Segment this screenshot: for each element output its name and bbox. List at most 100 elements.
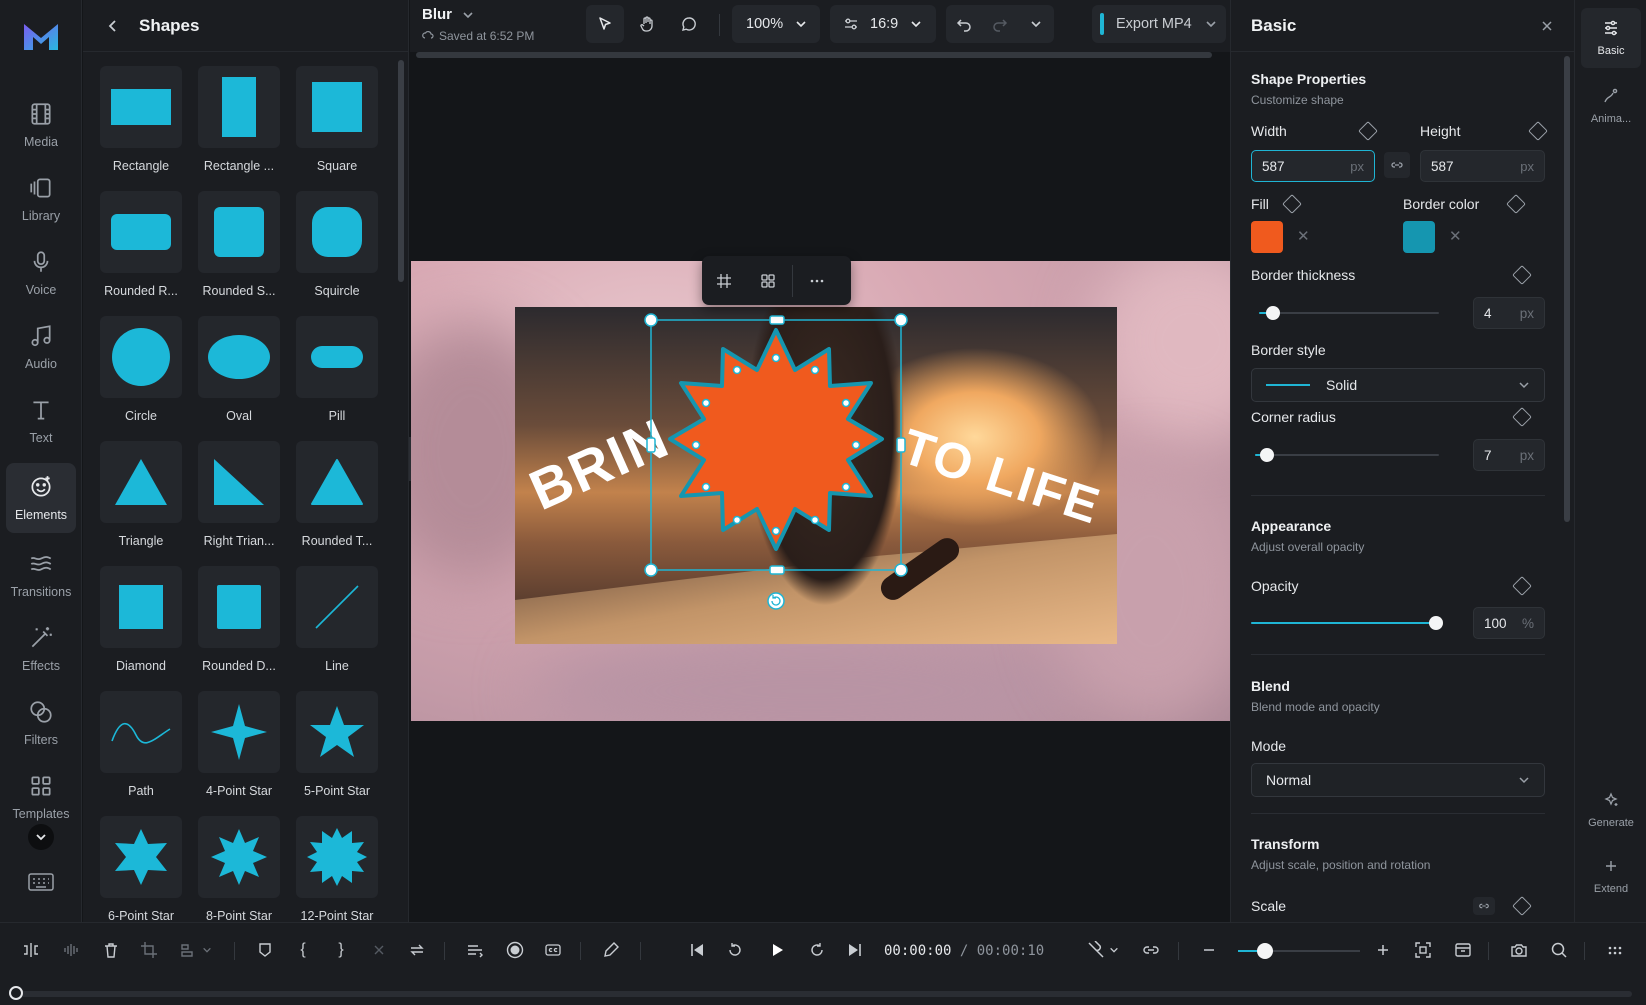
keyframe-diamond-icon[interactable] bbox=[1512, 407, 1532, 427]
shape-tile-12-point-star[interactable]: 12-Point Star bbox=[296, 816, 378, 922]
shape-tile-rounded-square[interactable]: Rounded S... bbox=[198, 191, 280, 316]
strip-item-animate[interactable]: Anima... bbox=[1581, 76, 1641, 136]
back-arrow-icon[interactable] bbox=[105, 18, 121, 34]
fill-color-swatch[interactable] bbox=[1251, 221, 1283, 253]
height-input[interactable]: 587 px bbox=[1420, 150, 1545, 182]
keyframe-diamond-icon[interactable] bbox=[1512, 265, 1532, 285]
comment-tool-button[interactable] bbox=[670, 5, 708, 43]
resize-handle-top-left[interactable] bbox=[644, 313, 658, 327]
opacity-slider[interactable] bbox=[1251, 615, 1443, 631]
headline-right-text[interactable]: TO LIFE bbox=[896, 418, 1108, 535]
undo-button[interactable] bbox=[946, 5, 982, 43]
slider-knob[interactable] bbox=[1429, 616, 1443, 630]
shape-tile-square[interactable]: Square bbox=[296, 66, 378, 191]
audio-wave-button[interactable] bbox=[56, 935, 86, 965]
shape-tile-squircle[interactable]: Squircle bbox=[296, 191, 378, 316]
skip-to-start-button[interactable] bbox=[682, 935, 712, 965]
chevron-down-icon[interactable] bbox=[1204, 17, 1218, 31]
project-name-button[interactable]: Blur bbox=[422, 6, 534, 23]
resize-handle-right[interactable] bbox=[896, 437, 906, 453]
rail-item-elements[interactable]: Elements bbox=[6, 463, 76, 533]
captions-list-button[interactable] bbox=[460, 935, 490, 965]
keyframe-diamond-icon[interactable] bbox=[1528, 121, 1548, 141]
aspect-lock-button[interactable] bbox=[1384, 152, 1410, 178]
export-button[interactable]: Export MP4 bbox=[1092, 5, 1226, 43]
keyframe-diamond-icon[interactable] bbox=[1358, 121, 1378, 141]
snap-dropdown-button[interactable] bbox=[1080, 935, 1126, 965]
shape-tile-rounded-triangle[interactable]: Rounded T... bbox=[296, 441, 378, 566]
align-dropdown-button[interactable] bbox=[172, 935, 220, 965]
aspect-ratio-dropdown[interactable]: 16:9 bbox=[830, 5, 936, 43]
keyframe-diamond-icon[interactable] bbox=[1282, 194, 1302, 214]
hand-tool-button[interactable] bbox=[628, 5, 666, 43]
shape-tile-diamond[interactable]: Diamond bbox=[100, 566, 182, 691]
strip-item-basic[interactable]: Basic bbox=[1581, 8, 1641, 68]
close-icon[interactable] bbox=[1540, 19, 1554, 33]
skip-to-end-button[interactable] bbox=[840, 935, 870, 965]
shape-tile-triangle[interactable]: Triangle bbox=[100, 441, 182, 566]
keyframe-diamond-icon[interactable] bbox=[1506, 194, 1526, 214]
link-clips-button[interactable] bbox=[1136, 935, 1166, 965]
search-button[interactable] bbox=[1544, 935, 1574, 965]
shape-tile-8-point-star[interactable]: 8-Point Star bbox=[198, 816, 280, 922]
clear-border-color-icon[interactable]: ✕ bbox=[1449, 227, 1462, 245]
shape-tile-pill[interactable]: Pill bbox=[296, 316, 378, 441]
crop-timeline-button[interactable] bbox=[134, 935, 164, 965]
shapes-scrollbar[interactable] bbox=[398, 60, 404, 282]
corner-radius-slider[interactable] bbox=[1255, 447, 1439, 463]
slider-knob[interactable] bbox=[1257, 943, 1273, 959]
replace-button[interactable] bbox=[402, 935, 432, 965]
star-burst-shape[interactable] bbox=[668, 328, 884, 551]
marker-button[interactable] bbox=[250, 935, 280, 965]
shape-tile-circle[interactable]: Circle bbox=[100, 316, 182, 441]
delete-button[interactable] bbox=[96, 935, 126, 965]
shape-tile-oval[interactable]: Oval bbox=[198, 316, 280, 441]
crop-button[interactable] bbox=[702, 256, 746, 305]
app-logo[interactable] bbox=[22, 20, 60, 52]
select-tool-button[interactable] bbox=[586, 5, 624, 43]
rail-more-button[interactable] bbox=[28, 824, 54, 850]
corner-radius-input[interactable]: 7 px bbox=[1473, 439, 1545, 471]
out-point-button[interactable]: } bbox=[326, 935, 356, 965]
strip-item-extend[interactable]: Extend bbox=[1581, 846, 1641, 906]
rail-item-audio[interactable]: Audio bbox=[6, 312, 76, 382]
history-menu-button[interactable] bbox=[1018, 5, 1054, 43]
grid-menu-button[interactable] bbox=[1600, 935, 1630, 965]
slider-knob[interactable] bbox=[1260, 448, 1275, 462]
resize-handle-top[interactable] bbox=[769, 315, 785, 325]
rail-item-voice[interactable]: Voice bbox=[6, 238, 76, 308]
slider-knob[interactable] bbox=[1265, 306, 1280, 320]
archive-button[interactable] bbox=[1448, 935, 1478, 965]
zoom-out-button[interactable] bbox=[1194, 935, 1224, 965]
play-button[interactable] bbox=[762, 935, 792, 965]
rail-item-filters[interactable]: Filters bbox=[6, 688, 76, 758]
closed-captions-button[interactable] bbox=[538, 935, 568, 965]
shape-tile-5-point-star[interactable]: 5-Point Star bbox=[296, 691, 378, 816]
video-stage[interactable]: BRIN TO LIFE bbox=[411, 261, 1230, 721]
rail-item-library[interactable]: Library bbox=[6, 164, 76, 234]
rail-item-text[interactable]: Text bbox=[6, 386, 76, 456]
rewind-button[interactable] bbox=[720, 935, 750, 965]
shape-tile-4-point-star[interactable]: 4-Point Star bbox=[198, 691, 280, 816]
opacity-input[interactable]: 100 % bbox=[1473, 607, 1545, 639]
keyframe-diamond-icon[interactable] bbox=[1512, 576, 1532, 596]
selected-star-shape[interactable] bbox=[668, 328, 884, 551]
scale-lock-button[interactable] bbox=[1473, 897, 1495, 915]
fit-timeline-button[interactable] bbox=[1408, 935, 1438, 965]
rail-item-effects[interactable]: Effects bbox=[6, 614, 76, 684]
resize-handle-bottom[interactable] bbox=[769, 565, 785, 575]
redo-button[interactable] bbox=[982, 5, 1018, 43]
rail-item-templates[interactable]: Templates bbox=[6, 762, 76, 832]
keyframe-diamond-icon[interactable] bbox=[1512, 896, 1532, 916]
in-point-button[interactable]: { bbox=[288, 935, 318, 965]
border-thickness-input[interactable]: 4 px bbox=[1473, 297, 1545, 329]
resize-handle-top-right[interactable] bbox=[894, 313, 908, 327]
shape-tile-rounded-rectangle[interactable]: Rounded R... bbox=[100, 191, 182, 316]
resize-handle-bottom-right[interactable] bbox=[894, 563, 908, 577]
border-color-swatch[interactable] bbox=[1403, 221, 1435, 253]
blend-mode-select[interactable]: Normal bbox=[1251, 763, 1545, 797]
zoom-dropdown[interactable]: 100% bbox=[732, 5, 820, 43]
headline-left-text[interactable]: BRIN bbox=[520, 405, 678, 521]
rotate-handle[interactable] bbox=[767, 592, 785, 610]
shape-tile-rectangle-tall[interactable]: Rectangle ... bbox=[198, 66, 280, 191]
